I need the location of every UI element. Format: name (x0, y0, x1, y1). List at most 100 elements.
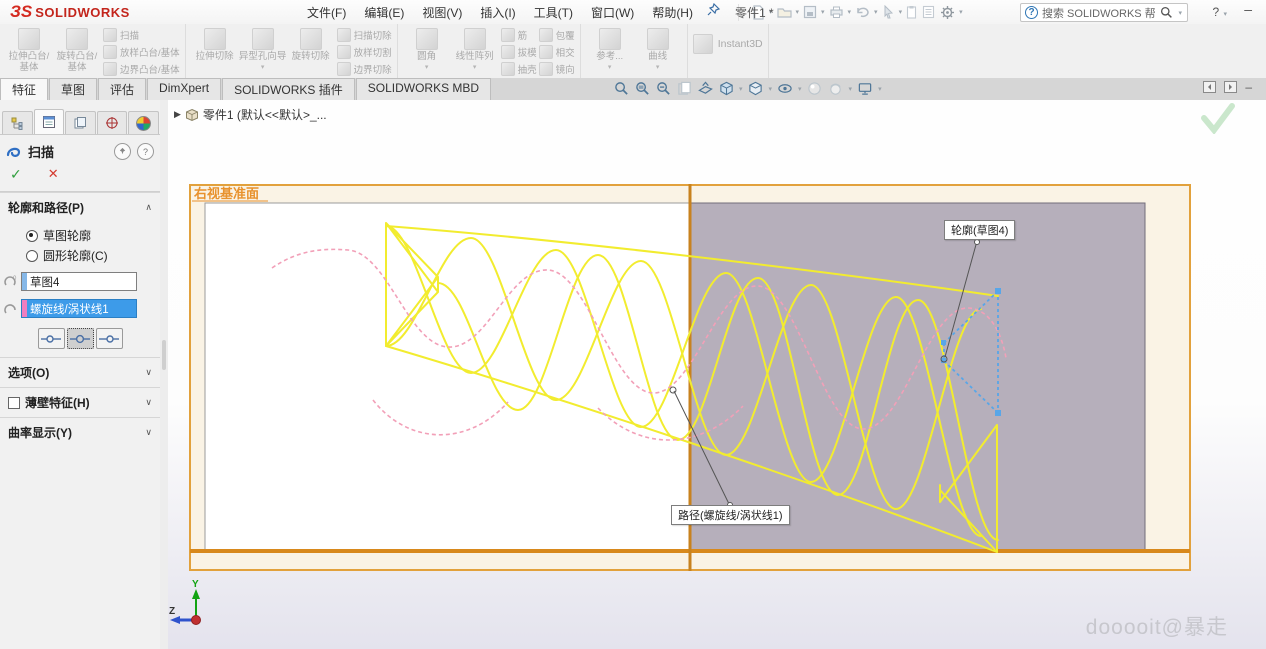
search-box[interactable]: ? 搜索 SOLIDWORKS 帮助 ▾ (1020, 3, 1188, 22)
intersect-button[interactable]: 相交 (539, 45, 575, 59)
boundary-boss-button[interactable]: 边界凸台/基体 (103, 62, 180, 76)
rib-button[interactable]: 筋 (501, 28, 537, 42)
property-manager-tab[interactable] (34, 109, 65, 134)
front-plane-rect[interactable] (690, 203, 1145, 551)
minimize-button[interactable]: – (1244, 1, 1252, 17)
radio-icon[interactable] (26, 250, 38, 262)
save-caret-icon[interactable]: ▾ (821, 8, 825, 16)
feature-manager-tab[interactable] (2, 111, 33, 134)
section-view-button[interactable] (696, 80, 714, 97)
clipboard-button[interactable] (904, 4, 919, 20)
options-section-header[interactable]: 选项(O)∨ (0, 357, 160, 387)
scene-caret-icon[interactable]: ▾ (849, 85, 853, 93)
loft-cut-button[interactable]: 放样切割 (337, 45, 392, 59)
edit-appearance-button[interactable] (806, 80, 824, 97)
hide-show-caret-icon[interactable]: ▾ (798, 85, 802, 93)
wrap-button[interactable]: 包覆 (539, 28, 575, 42)
feature-tree-flyout[interactable]: ▶ 零件1 (默认<<默认>_... (174, 106, 327, 123)
profile-callout[interactable]: 轮廓(草图4) (944, 220, 1015, 240)
path-selection-field[interactable]: 螺旋线/涡状线1 (21, 299, 137, 318)
tab-features[interactable]: 特征 (0, 78, 48, 100)
panel-help-icon[interactable]: ? (137, 143, 154, 160)
menu-help[interactable]: 帮助(H) (645, 1, 700, 24)
confirmation-corner-check-icon[interactable] (1196, 102, 1238, 134)
keep-visible-pin-icon[interactable] (114, 143, 131, 160)
align-center-button[interactable] (67, 328, 94, 349)
radio-icon[interactable] (26, 230, 38, 242)
zoom-area-button[interactable] (633, 80, 651, 97)
ok-button[interactable]: ✓ (10, 166, 22, 183)
print-button[interactable] (827, 4, 846, 20)
display-manager-tab[interactable] (128, 111, 159, 134)
loft-boss-button[interactable]: 放样凸台/基体 (103, 45, 180, 59)
configuration-manager-tab[interactable] (65, 111, 96, 134)
hide-show-items-button[interactable] (776, 80, 794, 97)
hole-wizard-button[interactable]: 异型孔向导▾ (239, 26, 287, 73)
profile-selection-field[interactable]: 草图4 (21, 272, 137, 291)
zoom-selection-button[interactable] (654, 80, 672, 97)
sketch-profile-radio[interactable]: 草图轮廓 (26, 227, 160, 244)
display-style-button[interactable] (747, 80, 765, 97)
view-settings-button[interactable] (856, 80, 874, 97)
sweep-cut-button[interactable]: 扫描切除 (337, 28, 392, 42)
mirror-button[interactable]: 镜向 (539, 62, 575, 76)
pin-menu-icon[interactable] (706, 3, 720, 22)
reference-geometry-button[interactable]: 参考...▾ (586, 26, 634, 73)
search-input[interactable]: 搜索 SOLIDWORKS 帮助 (1042, 5, 1156, 21)
cancel-button[interactable]: ✕ (48, 166, 59, 183)
graphics-viewport[interactable]: 右视基准面 (168, 100, 1266, 649)
view-settings-caret-icon[interactable]: ▾ (878, 85, 882, 93)
fillet-button[interactable]: 圆角▾ (403, 26, 451, 73)
linear-pattern-button[interactable]: 线性阵列▾ (451, 26, 499, 73)
previous-pane-button[interactable] (1203, 81, 1216, 93)
open-document-button[interactable] (775, 4, 794, 20)
menu-window[interactable]: 窗口(W) (584, 1, 641, 24)
sweep-button[interactable]: 扫描 (103, 28, 180, 42)
align-right-button[interactable] (96, 328, 123, 349)
tab-mbd[interactable]: SOLIDWORKS MBD (356, 78, 491, 100)
undo-button[interactable] (853, 4, 872, 20)
menu-tools[interactable]: 工具(T) (527, 1, 580, 24)
search-caret-icon[interactable]: ▾ (1178, 9, 1182, 17)
path-callout[interactable]: 路径(螺旋线/涡状线1) (671, 505, 790, 525)
profile-path-section-header[interactable]: 轮廓和路径(P)∧ (0, 192, 160, 222)
next-pane-button[interactable] (1224, 81, 1237, 93)
collapse-pane-button[interactable]: – (1245, 82, 1252, 92)
shell-button[interactable]: 抽壳 (501, 62, 537, 76)
search-icon[interactable] (1160, 6, 1173, 19)
thin-feature-section-header[interactable]: 薄壁特征(H)∨ (0, 387, 160, 417)
select-caret-icon[interactable]: ▾ (899, 8, 903, 16)
extrude-cut-button[interactable]: 拉伸切除 (191, 26, 239, 63)
menu-file[interactable]: 文件(F) (300, 1, 353, 24)
boundary-cut-button[interactable]: 边界切除 (337, 62, 392, 76)
dimxpert-manager-tab[interactable] (97, 111, 128, 134)
undo-caret-icon[interactable]: ▾ (874, 8, 878, 16)
revolve-boss-button[interactable]: 旋转凸台/基体 (53, 26, 101, 73)
menu-edit[interactable]: 编辑(E) (357, 1, 411, 24)
instant3d-button[interactable]: Instant3D (693, 26, 763, 54)
align-left-button[interactable] (38, 328, 65, 349)
circular-profile-radio[interactable]: 圆形轮廓(C) (26, 247, 160, 264)
splitter-handle-icon[interactable] (162, 340, 166, 370)
curves-button[interactable]: 曲线▾ (634, 26, 682, 73)
menu-view[interactable]: 视图(V) (415, 1, 469, 24)
previous-view-button[interactable] (675, 80, 693, 97)
tab-evaluate[interactable]: 评估 (98, 78, 146, 100)
revolve-cut-button[interactable]: 旋转切除 (287, 26, 335, 63)
print-caret-icon[interactable]: ▾ (848, 8, 852, 16)
view-orientation-button[interactable] (717, 80, 735, 97)
save-button[interactable] (801, 4, 819, 20)
open-caret-icon[interactable]: ▾ (796, 8, 800, 16)
select-button[interactable] (880, 4, 897, 20)
display-style-caret-icon[interactable]: ▾ (769, 85, 773, 93)
extrude-boss-button[interactable]: 拉伸凸台/基体 (5, 26, 53, 73)
tab-addins[interactable]: SOLIDWORKS 插件 (222, 78, 355, 100)
apply-scene-button[interactable] (827, 80, 845, 97)
gear-caret-icon[interactable]: ▾ (959, 8, 963, 16)
draft-button[interactable]: 拔模 (501, 45, 537, 59)
task-list-button[interactable] (920, 4, 937, 20)
orientation-caret-icon[interactable]: ▾ (739, 85, 743, 93)
curvature-section-header[interactable]: 曲率显示(Y)∨ (0, 417, 160, 447)
flyout-arrow-icon[interactable]: ▶ (174, 109, 181, 120)
menu-insert[interactable]: 插入(I) (473, 1, 522, 24)
